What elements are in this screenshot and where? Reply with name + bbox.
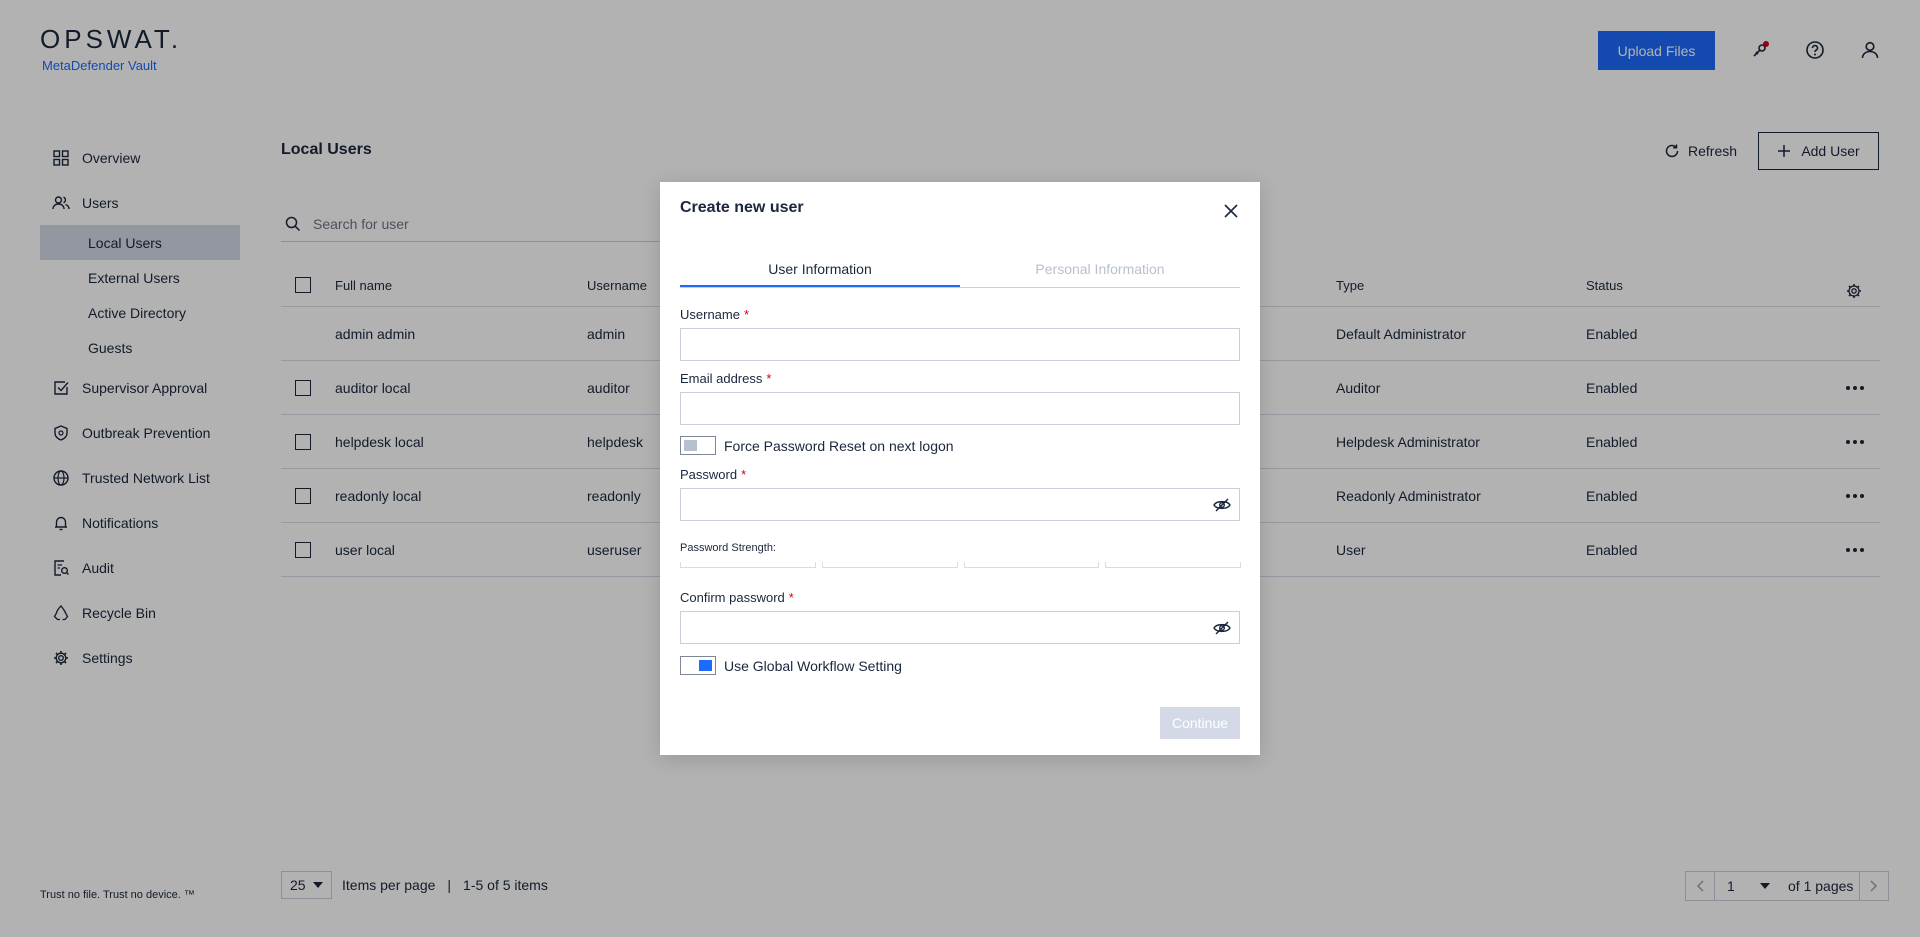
dialog-title: Create new user	[680, 199, 804, 216]
password-strength-meter	[680, 562, 1241, 568]
required-mark: *	[743, 307, 750, 322]
dialog-tabs: User Information Personal Information	[680, 258, 1240, 288]
required-mark: *	[766, 371, 772, 386]
eye-off-icon[interactable]	[1205, 489, 1239, 520]
confirm-password-input[interactable]	[681, 612, 1205, 643]
force-reset-toggle[interactable]	[680, 436, 716, 455]
tab-user-information[interactable]: User Information	[680, 258, 960, 287]
password-field[interactable]	[680, 488, 1240, 521]
username-label: Username *	[680, 307, 750, 322]
required-mark: *	[788, 590, 794, 605]
required-mark: *	[741, 467, 747, 482]
create-user-dialog: Create new user User Information Persona…	[660, 182, 1260, 755]
force-reset-label: Force Password Reset on next logon	[724, 437, 954, 454]
tab-personal-information[interactable]: Personal Information	[960, 258, 1240, 287]
force-reset-row: Force Password Reset on next logon	[680, 436, 954, 455]
password-strength-label: Password Strength:	[680, 542, 776, 554]
confirm-password-field[interactable]	[680, 611, 1240, 644]
password-label: Password *	[680, 467, 747, 482]
email-input[interactable]	[681, 393, 1239, 424]
username-input[interactable]	[681, 329, 1239, 360]
confirm-password-label: Confirm password *	[680, 590, 794, 605]
password-input[interactable]	[681, 489, 1205, 520]
global-workflow-row: Use Global Workflow Setting	[680, 656, 902, 675]
global-workflow-label: Use Global Workflow Setting	[724, 657, 902, 674]
global-workflow-toggle[interactable]	[680, 656, 716, 675]
eye-off-icon[interactable]	[1205, 612, 1239, 643]
close-icon[interactable]	[1222, 202, 1240, 220]
email-field[interactable]	[680, 392, 1240, 425]
email-label: Email address *	[680, 371, 772, 386]
continue-button[interactable]: Continue	[1160, 707, 1240, 739]
username-field[interactable]	[680, 328, 1240, 361]
